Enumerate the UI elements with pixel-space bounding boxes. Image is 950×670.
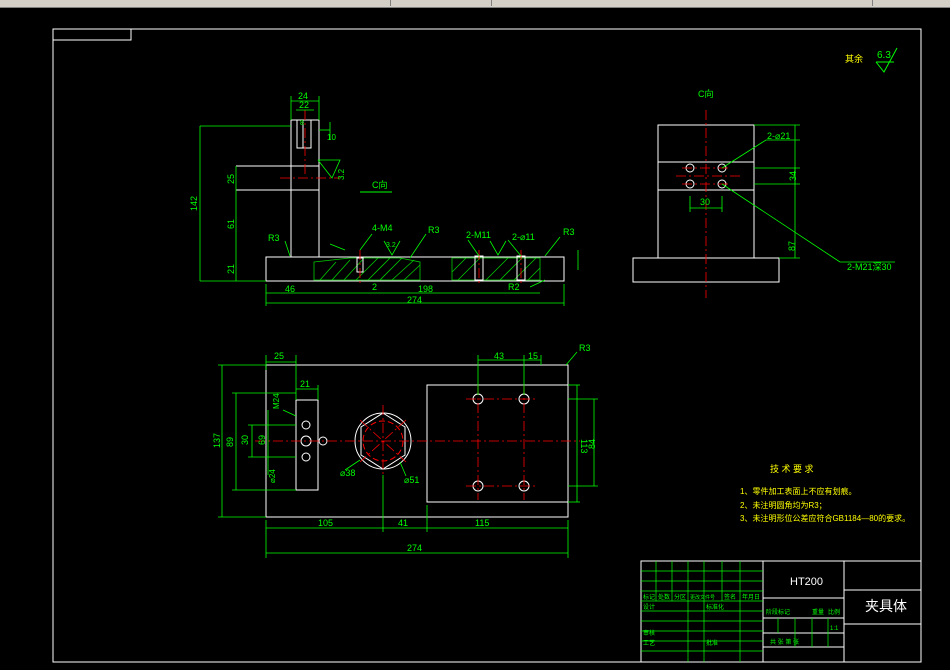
technical-requirements: 技 术 要 求 1、零件加工表面上不应有划痕。 2、未注明圆角均为R3； 3、未… [740,463,910,523]
dimension-label: 3.2 [386,242,396,249]
section-hatch [313,257,541,281]
dimension-label: ⌀38 [340,468,355,478]
dimension-label: 2-⌀11 [512,232,535,242]
dimension-label: 105 [318,518,333,528]
dimension-label: M24 [272,393,281,409]
dimension-label: 处数 [658,593,670,601]
c-view-arrow-label: C向 [372,179,388,190]
dimension-label: 3.2 [337,168,346,180]
dimension-label: 共 张 第 张 [770,638,799,646]
title-block: 标记 处数 分区 更改文件号 签名 年月日 设计 标准化 阶段标记 重量 比例 … [640,560,922,663]
dimension-label: 审核 [643,629,655,637]
dimension-label: 签名 [724,593,736,601]
dimension-label: 43 [494,351,504,361]
toolbar-segment [0,0,391,6]
tech-note-item: 1、零件加工表面上不应有划痕。 [740,486,856,496]
dimension-label: 30 [700,197,710,207]
dimension-label: ⌀51 [404,475,419,485]
dimension-label: 69 [257,435,267,445]
dimension-label: 2-M21深30 [847,262,892,272]
post-outline [290,119,320,258]
dimension-label: 89 [225,437,235,447]
dimension-label: 87 [787,241,797,251]
dimension-label: R3 [428,225,440,235]
dimension-label: 142 [189,196,199,211]
dimension-label: 2-M11 [466,230,491,240]
dimension-label: 46 [285,284,295,294]
roughness-label: 其余 [845,53,863,64]
roughness-value: 6.3 [877,50,891,61]
dimension-label: 比例 [828,608,840,616]
dimension-label: 274 [407,295,422,305]
dimension-label: R3 [579,343,591,353]
dimension-label: 21 [300,379,310,389]
dimension-label: 重量 [812,608,824,616]
dimension-label: 2 [372,282,377,292]
dimension-label: 标记 [643,593,655,601]
tech-notes-title: 技 术 要 求 [770,463,814,474]
dimension-label: 22 [299,100,309,110]
dimension-label: 15 [528,351,538,361]
surface-roughness-mark: 其余 6.3 [845,47,898,73]
dimension-label: 21 [226,264,236,274]
dimension-label: 41 [398,518,408,528]
cad-drawing-canvas[interactable]: 其余 6.3 24 22 8 10 142 25 61 21 46 198 27… [0,8,950,670]
plan-post [295,399,319,491]
dimension-label: R2 [508,282,520,292]
toolbar-segment [391,0,492,6]
dimension-label: 2-⌀21 [767,131,790,141]
plan-view: 25 21 43 15 R3 137 89 30 69 M24 ⌀24 84 1… [212,343,598,558]
dimension-label: 115 [475,518,489,528]
drawing-border [52,28,922,663]
dimension-label: 4-M4 [372,223,393,233]
dimension-label: 25 [274,351,284,361]
dimension-label: ⌀24 [268,469,277,483]
dimension-label: 198 [418,284,433,294]
dimension-label: 30 [240,435,250,445]
dimension-label: 8 [300,120,304,127]
tech-note-item: 2、未注明圆角均为R3； [740,500,827,510]
tech-note-item: 3、未注明形位公差应符合GB1184—80的要求。 [740,513,910,523]
part-name-label: 夹具体 [865,598,907,614]
material-label: HT200 [790,576,823,588]
dimension-label: 标准化 [706,603,724,611]
dimension-label: 61 [226,219,236,229]
side-view-title: C向 [698,88,714,99]
dimension-label: 1:1 [830,626,839,632]
dimension-label: 年月日 [742,593,760,601]
front-view: 24 22 8 10 142 25 61 21 46 198 274 2 3.2… [189,91,579,306]
dimension-label: 更改文件号 [690,594,715,601]
dimension-label: 分区 [674,593,686,601]
dimension-label: R3 [563,227,575,237]
dimension-label: 34 [788,171,798,181]
plan-mount-pad [426,384,569,503]
drawing-code-box [52,28,132,41]
dimension-label: 批准 [706,639,718,647]
dimension-label: 10 [327,133,336,142]
dimension-label: 工艺 [643,639,655,647]
dimension-label: 设计 [643,603,655,611]
dimension-label: 25 [226,174,236,184]
dimension-label: 113 [579,439,589,453]
window-toolbar-strip [0,0,950,8]
toolbar-segment [492,0,873,6]
dimension-label: 阶段标记 [766,608,790,616]
dimension-label: 137 [212,433,222,448]
side-view: C向 2-⌀21 2-M21深30 30 34 87 [632,88,895,298]
dimension-label: 274 [407,543,422,553]
dimension-label: R3 [268,233,280,243]
